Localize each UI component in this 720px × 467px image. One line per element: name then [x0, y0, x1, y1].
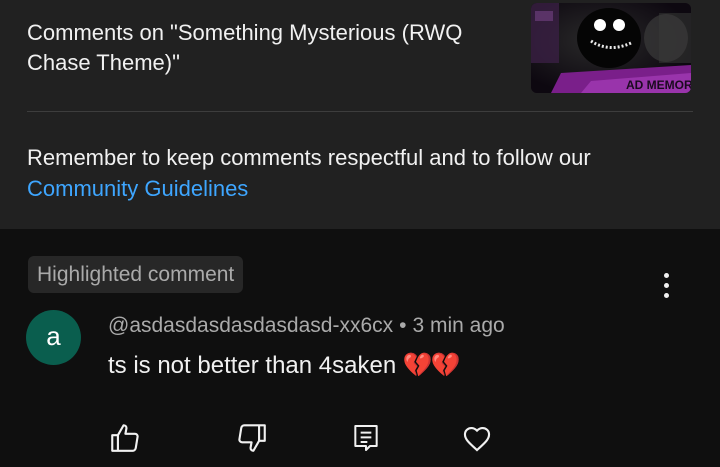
like-button[interactable]	[105, 418, 145, 458]
heart-button[interactable]	[457, 418, 497, 458]
dislike-button[interactable]	[232, 418, 272, 458]
video-title: Comments on "Something Mysterious (RWQ C…	[27, 20, 463, 75]
comment-guidelines-reminder: Remember to keep comments respectful and…	[27, 142, 687, 204]
comment-body: ts is not better than 4saken 💔💔	[108, 351, 461, 380]
reminder-text: Remember to keep comments respectful and…	[27, 145, 591, 170]
kebab-dot	[663, 282, 669, 288]
heart-icon	[463, 427, 491, 452]
community-guidelines-link[interactable]: Community Guidelines	[27, 173, 687, 204]
comment-timestamp[interactable]: 3 min ago	[413, 314, 505, 337]
kebab-dot	[663, 272, 669, 278]
comments-header-panel: Comments on "Something Mysterious (RWQ C…	[0, 0, 720, 229]
comment-text: ts is not better than 4saken	[108, 352, 397, 379]
thumbnail-artwork: AD MEMORY	[531, 3, 691, 93]
kebab-dot	[663, 292, 669, 298]
header-divider	[27, 111, 693, 112]
comment-author[interactable]: @asdasdasdasdasdasd-xx6cx	[108, 314, 393, 337]
reply-icon	[354, 425, 378, 451]
broken-heart-emoji: 💔💔	[402, 351, 461, 379]
reply-button[interactable]	[346, 418, 386, 458]
avatar[interactable]: a	[26, 310, 81, 365]
highlighted-comment-badge: Highlighted comment	[28, 256, 244, 293]
more-vert-icon[interactable]	[652, 265, 680, 305]
thumbs-up-icon	[111, 424, 139, 452]
thumbs-down-icon	[238, 424, 266, 452]
video-thumbnail[interactable]: AD MEMORY	[531, 3, 691, 93]
comment-meta: @asdasdasdasdasdasd-xx6cx • 3 min ago	[108, 314, 505, 338]
meta-separator: •	[399, 314, 407, 337]
svg-text:AD MEMORY: AD MEMORY	[626, 78, 691, 92]
